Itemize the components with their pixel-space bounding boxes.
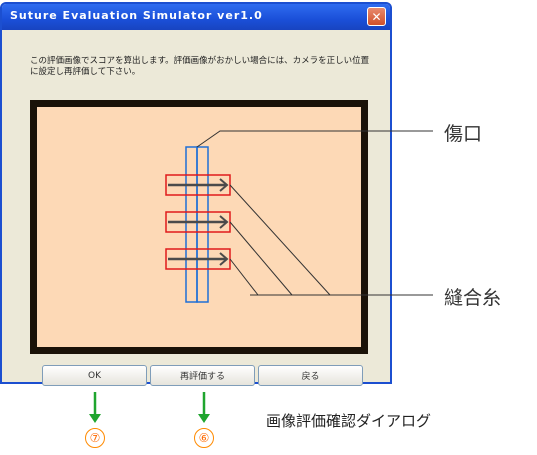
step-marker-7: ⑦ [85, 428, 105, 448]
suture-leader-lines [229, 184, 433, 296]
wound-leader-line [196, 130, 433, 148]
reevaluate-arrow [198, 392, 210, 423]
wound-box-inner [196, 146, 209, 303]
suture-3 [165, 248, 231, 270]
wound-box-outer [185, 146, 198, 303]
step-marker-6: ⑥ [194, 428, 214, 448]
annotation-overlay [89, 130, 433, 423]
suture-2 [165, 211, 231, 233]
dialog-caption: 画像評価確認ダイアログ [266, 412, 432, 430]
wound-label: 傷口 [444, 123, 483, 145]
suture-thread-label: 縫合糸 [444, 287, 502, 309]
ok-arrow [89, 392, 101, 423]
suture-1 [165, 174, 231, 196]
